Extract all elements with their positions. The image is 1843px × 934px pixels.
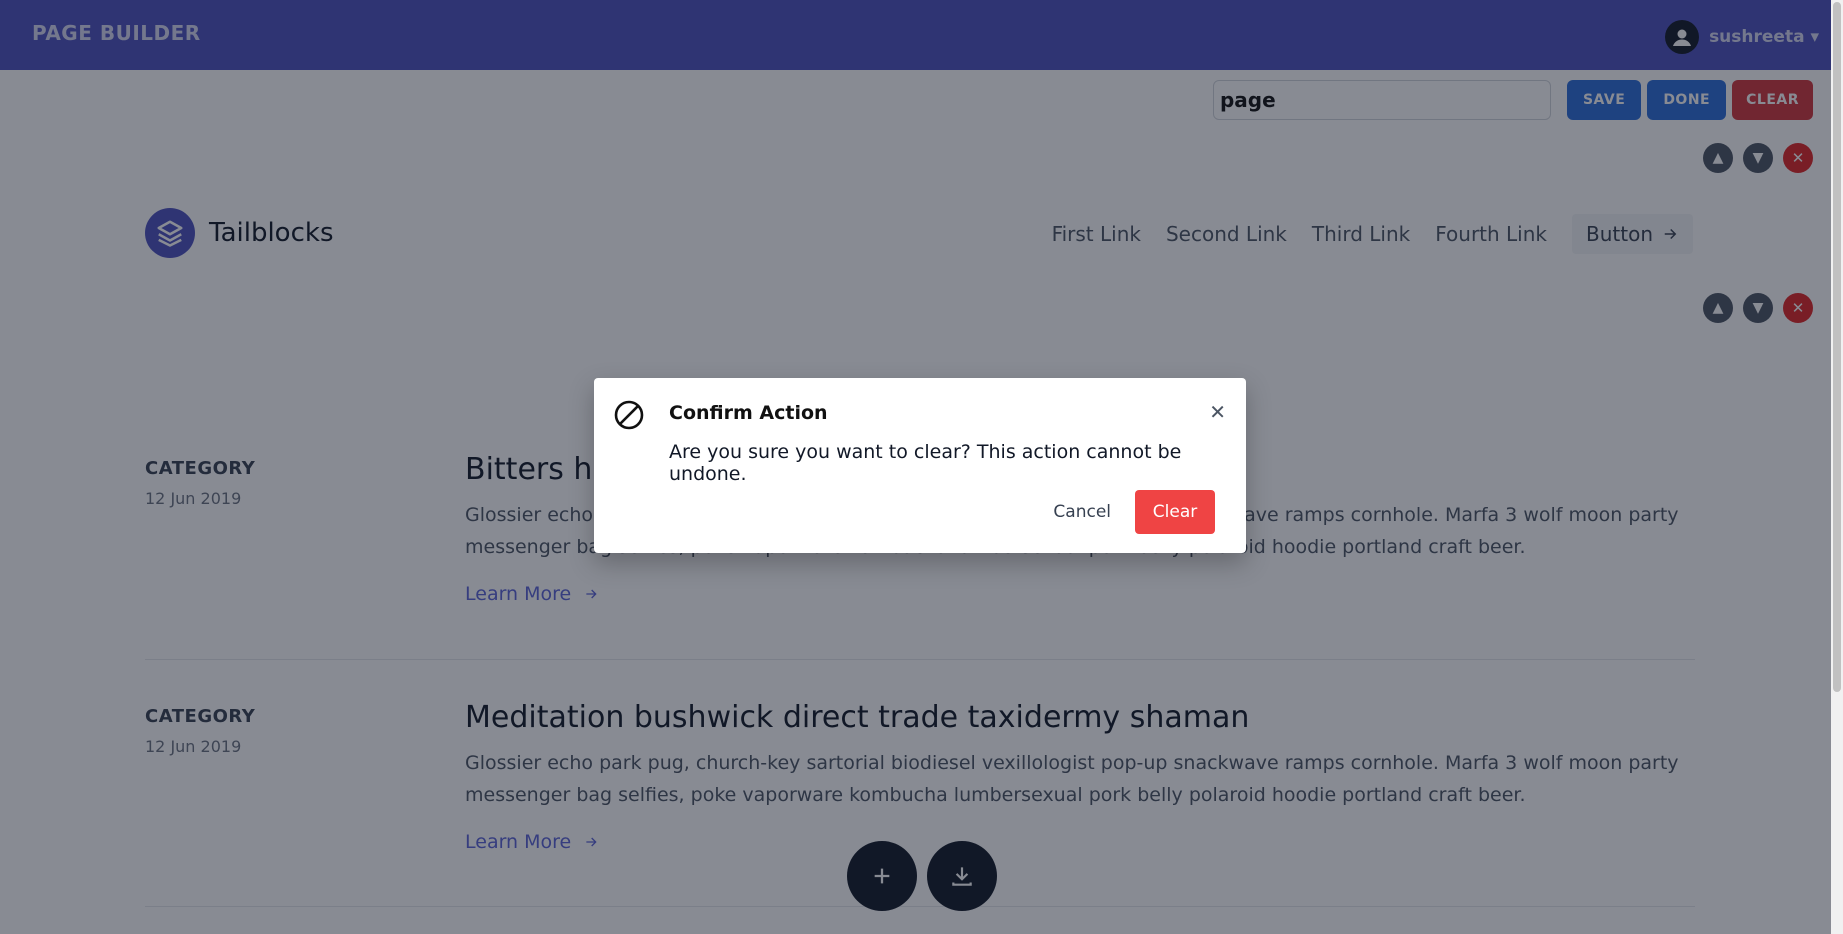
confirm-clear-button[interactable]: Clear bbox=[1135, 490, 1215, 534]
cancel-button[interactable]: Cancel bbox=[1047, 502, 1117, 522]
dialog-title: Confirm Action bbox=[669, 402, 828, 424]
confirm-dialog: Confirm Action ✕ Are you sure you want t… bbox=[594, 378, 1246, 553]
dialog-message: Are you sure you want to clear? This act… bbox=[669, 441, 1182, 485]
scrollbar-thumb[interactable] bbox=[1833, 2, 1841, 692]
ban-icon bbox=[612, 398, 646, 436]
scrollbar[interactable] bbox=[1831, 0, 1843, 934]
dialog-actions: Cancel Clear bbox=[1047, 490, 1215, 534]
close-icon[interactable]: ✕ bbox=[1209, 400, 1226, 424]
